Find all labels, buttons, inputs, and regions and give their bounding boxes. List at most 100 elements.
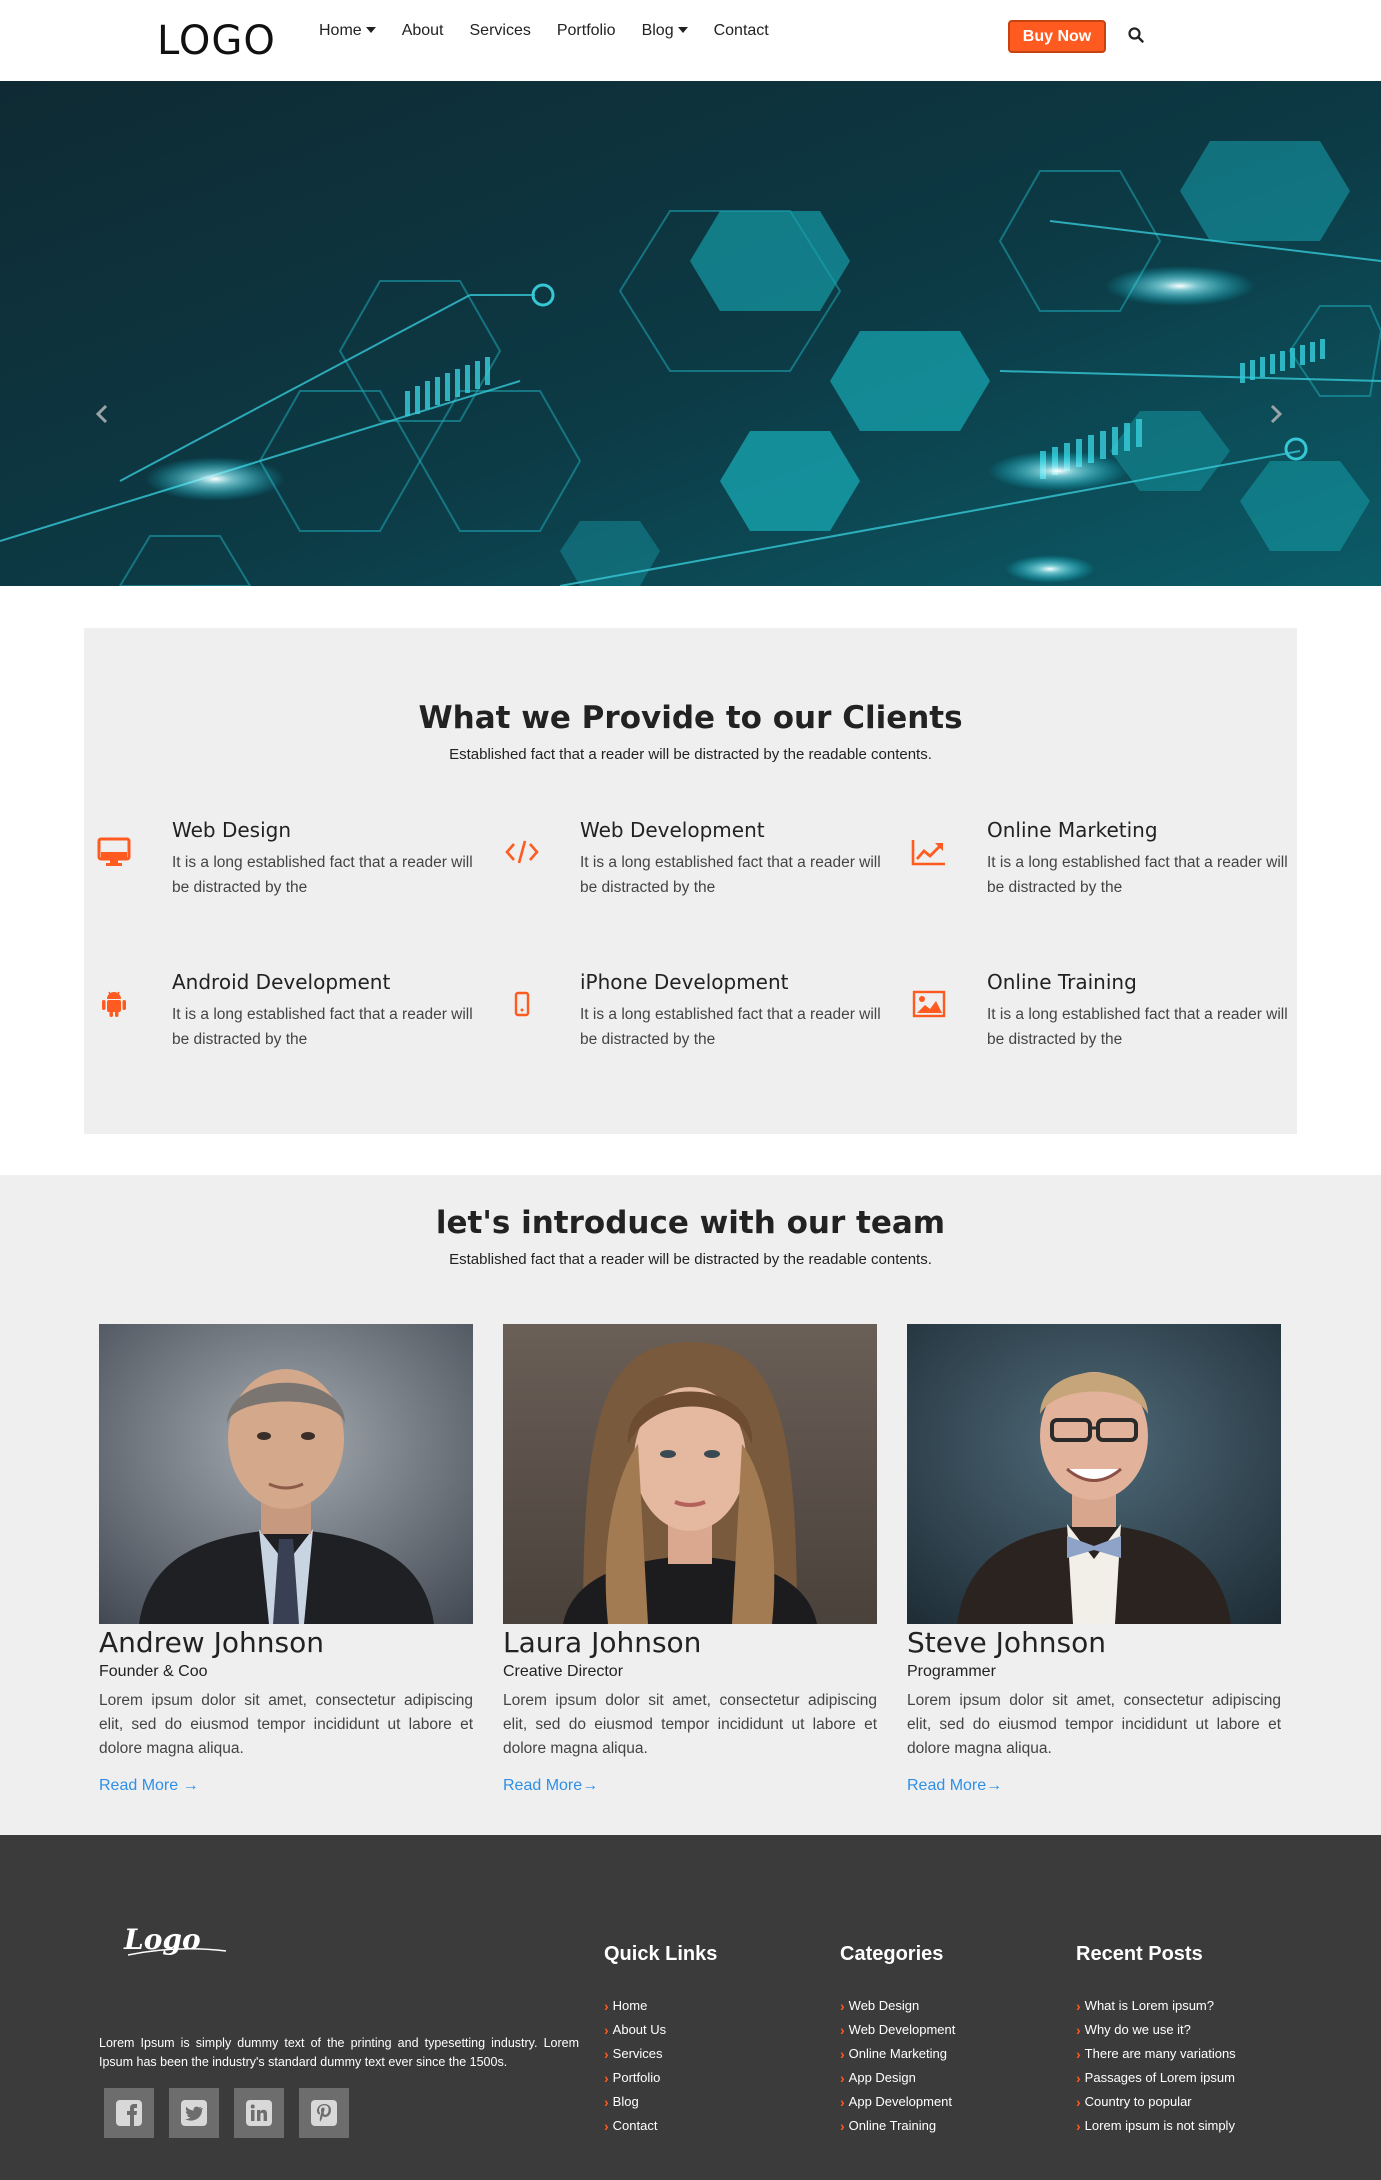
service-title: Online Marketing xyxy=(987,818,1158,842)
service-text: It is a long established fact that a rea… xyxy=(987,854,1288,896)
footer-link-label: There are many variations xyxy=(1084,2046,1236,2061)
service-text: It is a long established fact that a rea… xyxy=(987,1006,1288,1048)
nav-portfolio-label: Portfolio xyxy=(556,22,616,39)
footer-link[interactable]: › Web Design xyxy=(840,1994,955,2018)
services-subtitle: Established fact that a reader will be d… xyxy=(449,746,932,763)
mobile-icon xyxy=(502,986,542,1022)
member-name: Andrew Johnson xyxy=(99,1626,324,1659)
footer-link[interactable]: › Web Development xyxy=(840,2018,955,2042)
nav-about-label: About xyxy=(401,22,444,39)
footer-link[interactable]: › Online Training xyxy=(840,2114,955,2138)
twitter-icon xyxy=(181,2100,207,2126)
team-member-card: Steve Johnson Programmer Lorem ipsum dol… xyxy=(907,1324,1281,1795)
footer-link[interactable]: › Online Marketing xyxy=(840,2042,955,2066)
footer-link[interactable]: › There are many variations xyxy=(1076,2042,1236,2066)
footer-link-label: Web Design xyxy=(848,1998,920,2013)
twitter-button[interactable] xyxy=(169,2088,219,2138)
android-icon xyxy=(94,986,134,1022)
footer-link[interactable]: › What is Lorem ipsum? xyxy=(1076,1994,1236,2018)
footer-logo-text: Logo xyxy=(123,1923,201,1956)
chevron-right-icon: › xyxy=(1076,2118,1081,2134)
image-icon xyxy=(909,986,949,1022)
footer-link[interactable]: › Blog xyxy=(604,2090,717,2114)
read-more-link[interactable]: Read More → xyxy=(99,1777,199,1795)
footer-link[interactable]: › Why do we use it? xyxy=(1076,2018,1236,2042)
linkedin-button[interactable] xyxy=(234,2088,284,2138)
footer-link-label: Portfolio xyxy=(612,2070,661,2085)
hero-banner-image xyxy=(0,81,1381,586)
footer-about-text: Lorem Ipsum is simply dummy text of the … xyxy=(99,2036,579,2069)
nav-home[interactable]: Home xyxy=(319,22,389,40)
social-links xyxy=(104,2088,349,2138)
footer-link[interactable]: › Services xyxy=(604,2042,717,2066)
chevron-right-icon: › xyxy=(840,1998,845,2014)
footer-logo-image: Logo xyxy=(123,1923,227,1956)
team-title: let's introduce with our team xyxy=(435,1205,946,1241)
nav-contact[interactable]: Contact xyxy=(701,22,782,40)
read-more-link[interactable]: Read More→ xyxy=(907,1777,1002,1795)
services-panel: What we Provide to our Clients Establish… xyxy=(84,628,1297,1134)
footer-link[interactable]: › App Development xyxy=(840,2090,955,2114)
buy-now-button[interactable]: Buy Now xyxy=(1008,20,1106,53)
service-title: Android Development xyxy=(172,970,391,994)
footer-link[interactable]: › About Us xyxy=(604,2018,717,2042)
pinterest-button[interactable] xyxy=(299,2088,349,2138)
footer-link-label: Web Development xyxy=(848,2022,956,2037)
footer-link[interactable]: › Contact xyxy=(604,2114,717,2138)
footer: Logo Lorem Ipsum is simply dummy text of… xyxy=(0,1835,1381,2180)
nav-about[interactable]: About xyxy=(389,22,457,40)
nav-blog[interactable]: Blog xyxy=(629,22,701,40)
caret-down-icon xyxy=(677,27,688,33)
footer-link[interactable]: › Portfolio xyxy=(604,2066,717,2090)
footer-link[interactable]: › Country to popular xyxy=(1076,2090,1236,2114)
member-photo xyxy=(503,1324,877,1624)
member-photo xyxy=(907,1324,1281,1624)
carousel-next-button[interactable] xyxy=(1264,399,1288,429)
categories-title: Categories xyxy=(840,1943,944,1965)
recent-posts-list: › What is Lorem ipsum? › Why do we use it?… xyxy=(1076,1994,1236,2138)
team-section: let's introduce with our team Establishe… xyxy=(0,1175,1381,1835)
search-icon[interactable] xyxy=(1127,26,1145,44)
member-name: Laura Johnson xyxy=(503,1626,702,1659)
nav-portfolio[interactable]: Portfolio xyxy=(544,22,629,40)
service-text: It is a long established fact that a rea… xyxy=(172,1006,473,1048)
chevron-right-icon: › xyxy=(1076,1998,1081,2014)
footer-quick-links: Quick Links › Home › About Us › Services › P… xyxy=(604,1943,717,2138)
footer-categories: Categories › Web Design › Web Development … xyxy=(840,1943,955,2138)
code-icon xyxy=(502,834,542,870)
footer-link-label: About Us xyxy=(612,2022,667,2037)
member-role: Founder & Coo xyxy=(99,1663,208,1680)
service-text: It is a long established fact that a rea… xyxy=(580,854,881,896)
main-nav: Home About Services Portfolio Blog Conta… xyxy=(319,22,782,40)
chevron-right-icon: › xyxy=(840,2070,845,2086)
footer-link-label: Passages of Lorem ipsum xyxy=(1084,2070,1235,2085)
quick-links-title: Quick Links xyxy=(604,1943,718,1965)
footer-link-label: Online Training xyxy=(848,2118,937,2133)
footer-link[interactable]: › Home xyxy=(604,1994,717,2018)
footer-link[interactable]: › Passages of Lorem ipsum xyxy=(1076,2066,1236,2090)
read-more-link[interactable]: Read More→ xyxy=(503,1777,598,1795)
footer-link-label: Lorem ipsum is not simply xyxy=(1084,2118,1235,2133)
site-logo[interactable]: LOGO xyxy=(157,18,276,64)
footer-logo[interactable]: Logo xyxy=(122,1921,232,1966)
hero-carousel xyxy=(0,81,1381,586)
footer-link-label: Home xyxy=(612,1998,648,2013)
footer-link[interactable]: › App Design xyxy=(840,2066,955,2090)
chevron-right-icon: › xyxy=(1076,2070,1081,2086)
footer-link-label: Why do we use it? xyxy=(1084,2022,1191,2037)
chevron-right-icon: › xyxy=(840,2118,845,2134)
footer-link-label: App Design xyxy=(848,2070,916,2085)
team-subtitle: Established fact that a reader will be d… xyxy=(449,1251,932,1268)
member-bio: Lorem ipsum dolor sit amet, consectetur … xyxy=(99,1692,473,1757)
footer-link[interactable]: › Lorem ipsum is not simply xyxy=(1076,2114,1236,2138)
chevron-right-icon: › xyxy=(840,2022,845,2038)
chevron-right-icon xyxy=(1270,404,1283,424)
nav-services[interactable]: Services xyxy=(457,22,544,40)
carousel-prev-button[interactable] xyxy=(90,399,114,429)
nav-contact-label: Contact xyxy=(713,22,769,39)
footer-link-label: App Development xyxy=(848,2094,953,2109)
facebook-button[interactable] xyxy=(104,2088,154,2138)
nav-blog-label: Blog xyxy=(641,22,674,39)
linkedin-icon xyxy=(246,2100,272,2126)
facebook-icon xyxy=(116,2100,142,2126)
